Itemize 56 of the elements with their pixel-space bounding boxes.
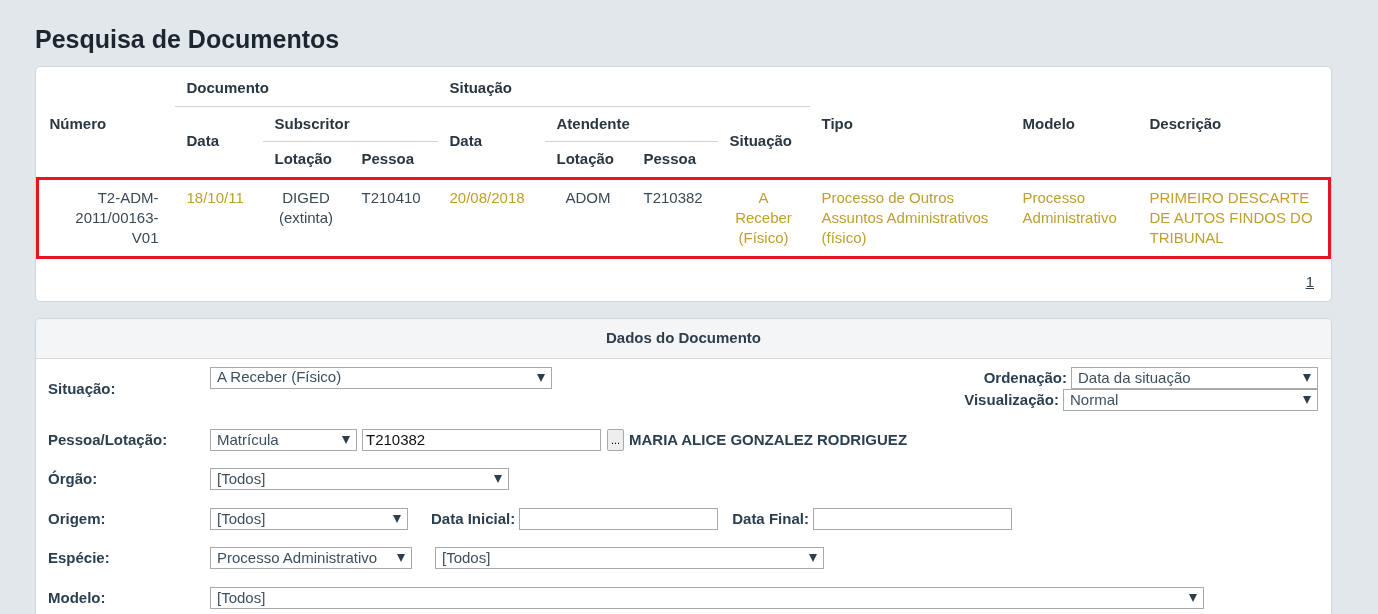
field-label: Ordenação:	[983, 367, 1067, 388]
column-header: Pessoa	[349, 141, 438, 178]
field-label: Data Inicial:	[431, 508, 516, 529]
caret-icon	[809, 554, 817, 563]
table-cell-text: DIGED (extinta)	[277, 187, 335, 228]
dropdown[interactable]: Normal	[1063, 389, 1318, 412]
page-title: Pesquisa de Documentos	[35, 24, 341, 54]
column-header: Tipo	[809, 67, 1011, 178]
date-field[interactable]	[812, 507, 1012, 530]
caret-icon	[393, 514, 401, 523]
column-header: Situação	[717, 106, 810, 178]
field-label: Visualização:	[964, 390, 1059, 410]
column-header: Modelo	[1010, 67, 1138, 178]
column-header: Lotação	[544, 141, 632, 178]
caret-icon	[537, 373, 545, 382]
column-header: Número	[37, 67, 175, 178]
caret-icon	[1303, 396, 1311, 405]
dropdown[interactable]: [Todos]	[210, 586, 1204, 609]
table-cell-text: T210410	[361, 187, 422, 208]
dropdown[interactable]: Processo Administrativo	[210, 547, 412, 570]
table-cell-text: T2-ADM-2011/00163-V01	[74, 187, 159, 248]
column-header: Data	[174, 106, 263, 178]
form-title: Dados do Documento	[36, 319, 1331, 359]
column-header: Data	[437, 106, 545, 178]
dropdown[interactable]: [Todos]	[210, 468, 509, 491]
caret-icon	[342, 435, 350, 444]
lookup-button[interactable]: ...	[607, 428, 624, 451]
column-header: Lotação	[262, 141, 350, 178]
person-name: MARIA ALICE GONZALEZ RODRIGUEZ	[629, 429, 908, 450]
field-label: Situação:	[48, 378, 117, 399]
column-header: Documento	[174, 67, 438, 106]
column-header: Descrição	[1137, 67, 1330, 178]
dropdown[interactable]: Matrícula	[210, 428, 357, 451]
field-label: Pessoa/Lotação:	[48, 429, 169, 450]
dropdown[interactable]: [Todos]	[435, 547, 824, 570]
field-label: Espécie:	[48, 548, 111, 568]
field-label: Modelo:	[48, 587, 107, 608]
text-field[interactable]: T210382	[362, 428, 601, 451]
field-label: Data Final:	[732, 508, 809, 529]
caret-icon	[1303, 373, 1311, 382]
table-cell-text: T210382	[643, 187, 704, 208]
column-header: Pessoa	[631, 141, 718, 178]
date-field[interactable]	[519, 507, 719, 530]
caret-icon	[397, 554, 405, 563]
caret-icon	[494, 475, 502, 484]
column-header: Subscritor	[262, 106, 438, 142]
caret-icon	[1189, 593, 1197, 602]
field-label: Órgão:	[48, 469, 99, 489]
dropdown[interactable]: Data da situação	[1071, 366, 1318, 389]
dropdown[interactable]: [Todos]	[210, 507, 408, 530]
page-link[interactable]: 1	[1305, 270, 1314, 293]
column-header: Situação	[437, 67, 810, 106]
field-label: Origem:	[48, 508, 107, 529]
dropdown[interactable]: A Receber (Físico)	[210, 366, 552, 389]
table-cell-text: ADOM	[564, 187, 612, 208]
column-header: Atendente	[544, 106, 718, 142]
